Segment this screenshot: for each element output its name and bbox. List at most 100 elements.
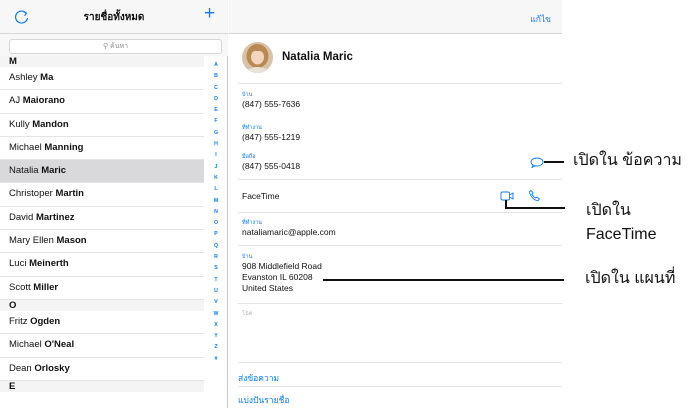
- contact-last-name: Maiorano: [22, 95, 65, 107]
- home-phone-field[interactable]: บ้าน (847) 555-7636: [242, 91, 300, 110]
- contact-first-name: Ashley: [9, 72, 38, 83]
- search-placeholder: ค้นหา: [110, 43, 129, 50]
- contact-rows: M Ashley Ma AJ Maiorano Kully Mandon Michael…: [0, 56, 204, 392]
- index-letter[interactable]: U: [204, 286, 228, 297]
- index-letter[interactable]: F: [204, 116, 228, 127]
- work-phone-field[interactable]: ที่ทำงาน (847) 555-1219: [242, 124, 300, 143]
- contact-avatar: [242, 42, 273, 73]
- home-phone-label: บ้าน: [242, 92, 253, 98]
- contact-last-name: Orlosky: [34, 362, 70, 374]
- contact-first-name: Michael: [9, 339, 42, 351]
- index-letter[interactable]: L: [204, 184, 228, 195]
- contact-first-name: Christoper: [9, 188, 53, 200]
- contact-row[interactable]: AJ Maiorano: [0, 90, 204, 114]
- contact-first-name: Luci: [9, 258, 27, 270]
- section-header: M: [0, 56, 204, 67]
- contact-row[interactable]: Ashley Ma: [0, 67, 204, 91]
- contact-row[interactable]: Fritz Ogden: [0, 311, 204, 335]
- contact-row[interactable]: Michael Manning: [0, 137, 204, 161]
- index-letter[interactable]: V: [204, 297, 228, 308]
- facetime-video-icon[interactable]: [500, 190, 514, 202]
- refresh-icon[interactable]: [13, 8, 31, 26]
- index-letter[interactable]: D: [204, 94, 228, 105]
- notes-field[interactable]: โน้ต: [242, 310, 252, 318]
- list-title: รายชื่อทั้งหมด: [83, 12, 145, 23]
- email-field[interactable]: ที่ทำงาน nataliamaric@apple.com: [242, 219, 336, 238]
- index-letter[interactable]: K: [204, 173, 228, 184]
- index-letter[interactable]: Q: [204, 241, 228, 252]
- contact-row[interactable]: Natalia Maric: [0, 160, 204, 184]
- divider: [238, 303, 562, 304]
- index-letter[interactable]: W: [204, 309, 228, 320]
- contact-row[interactable]: Scott Miller: [0, 277, 204, 300]
- message-icon[interactable]: [530, 157, 544, 168]
- work-phone-label: ที่ทำงาน: [242, 125, 262, 131]
- contact-last-name: Miller: [33, 281, 59, 293]
- divider: [238, 245, 562, 246]
- index-letter[interactable]: H: [204, 139, 228, 150]
- index-letter[interactable]: I: [204, 150, 228, 161]
- address-field[interactable]: บ้าน 908 Middlefield Road Evanston IL 60…: [242, 253, 322, 294]
- index-letter[interactable]: P: [204, 229, 228, 240]
- edit-button[interactable]: แก้ไข: [530, 12, 551, 26]
- contact-row[interactable]: David Martinez: [0, 207, 204, 231]
- contact-first-name: Fritz: [9, 315, 28, 327]
- work-phone-value: (847) 555-1219: [242, 132, 301, 142]
- share-contact-link[interactable]: แบ่งปันรายชื่อ: [238, 393, 289, 407]
- contact-last-name: Mandon: [32, 118, 69, 130]
- contact-row[interactable]: Kully Mandon: [0, 114, 204, 137]
- index-letter[interactable]: G: [204, 128, 228, 139]
- index-letter[interactable]: A: [204, 60, 228, 71]
- facetime-audio-icon[interactable]: [528, 189, 541, 202]
- contact-last-name: Manning: [44, 141, 84, 153]
- email-value: nataliamaric@apple.com: [242, 227, 336, 237]
- mobile-phone-field[interactable]: มือถือ (847) 555-0418: [242, 153, 300, 172]
- divider: [238, 362, 562, 363]
- search-bar: ⚲ ค้นหา: [0, 34, 228, 56]
- index-letter[interactable]: T: [204, 275, 228, 286]
- index-letter[interactable]: C: [204, 83, 228, 94]
- callout-maps: เปิดใน แผนที่: [585, 270, 676, 287]
- section-header: O: [0, 299, 204, 311]
- send-message-link[interactable]: ส่งข้อความ: [238, 371, 279, 385]
- contact-last-name: Maric: [41, 165, 67, 177]
- contact-row[interactable]: Christoper Martin: [0, 183, 204, 207]
- contact-first-name: Kully: [9, 118, 30, 130]
- detail-nav-bar: แก้ไข: [229, 0, 562, 34]
- index-letter[interactable]: #: [204, 354, 228, 365]
- contact-row[interactable]: Dean Orlosky: [0, 358, 204, 381]
- index-letter[interactable]: Y: [204, 331, 228, 342]
- section-header: E: [0, 380, 204, 392]
- callout-line-maps: [323, 279, 564, 281]
- divider: [238, 212, 562, 213]
- contact-last-name: Ma: [40, 72, 54, 83]
- index-letter[interactable]: B: [204, 71, 228, 82]
- contact-list-pane: รายชื่อทั้งหมด + ⚲ ค้นหา M Ashley Ma AJ Ma…: [0, 0, 228, 408]
- divider: [238, 83, 562, 84]
- callout-line-message: [544, 161, 564, 163]
- index-letter[interactable]: J: [204, 162, 228, 173]
- search-icon: ⚲: [102, 43, 109, 50]
- index-letter[interactable]: X: [204, 320, 228, 331]
- contact-first-name: Dean: [9, 362, 32, 374]
- index-letter[interactable]: M: [204, 196, 228, 207]
- notes-placeholder: โน้ต: [242, 311, 253, 317]
- contact-last-name: Meinerth: [29, 258, 69, 270]
- callout-line-facetime: [505, 207, 565, 209]
- index-letter[interactable]: S: [204, 263, 228, 274]
- search-input[interactable]: ⚲ ค้นหา: [9, 39, 222, 54]
- index-letter[interactable]: N: [204, 207, 228, 218]
- index-letter[interactable]: R: [204, 252, 228, 263]
- section-index[interactable]: A B C D E F G H I J K L M N O P Q R S T U V W X Y Z #: [204, 60, 228, 365]
- address-line3: United States: [242, 283, 294, 293]
- index-letter[interactable]: Z: [204, 342, 228, 353]
- index-letter[interactable]: E: [204, 105, 228, 116]
- callout-message: เปิดใน ข้อความ: [573, 152, 682, 169]
- contact-row[interactable]: Luci Meinerth: [0, 253, 204, 277]
- index-letter[interactable]: O: [204, 218, 228, 229]
- add-contact-button[interactable]: +: [204, 4, 215, 24]
- contact-row[interactable]: Mary Ellen Mason: [0, 230, 204, 254]
- contact-row[interactable]: Michael O'Neal: [0, 334, 204, 358]
- list-nav-bar: รายชื่อทั้งหมด +: [0, 0, 228, 34]
- address-line2: Evanston IL 60208: [242, 272, 313, 282]
